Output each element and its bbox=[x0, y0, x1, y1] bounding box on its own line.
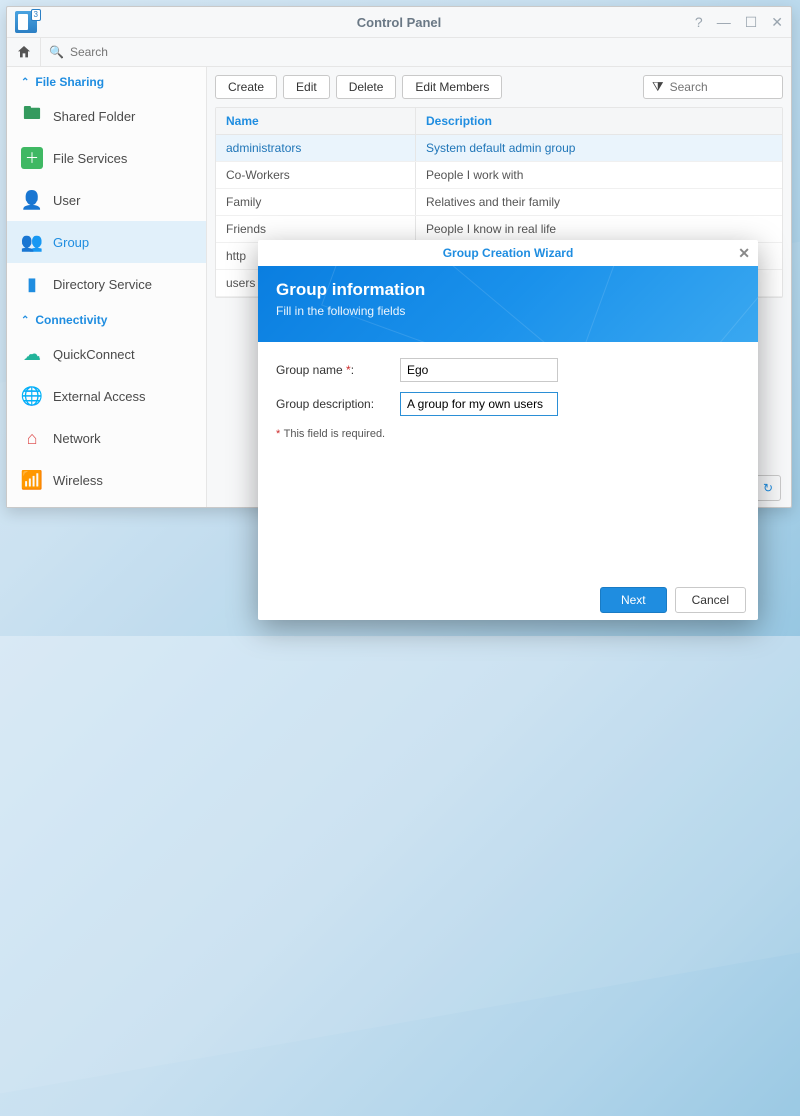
cell-description: People I work with bbox=[416, 162, 782, 188]
dialog-subheading: Fill in the following fields bbox=[276, 304, 740, 318]
search-icon: 🔍 bbox=[49, 45, 64, 59]
table-row[interactable]: FriendsPeople I know in real life bbox=[216, 216, 782, 243]
minimize-icon[interactable]: ― bbox=[717, 14, 731, 31]
cell-description: System default admin group bbox=[416, 135, 782, 161]
table-row[interactable]: administratorsSystem default admin group bbox=[216, 135, 782, 162]
sidebar-item-label: Group bbox=[53, 235, 89, 250]
maximize-icon[interactable]: ☐ bbox=[745, 14, 758, 31]
cancel-button[interactable]: Cancel bbox=[675, 587, 746, 613]
section-connectivity[interactable]: ⌃ Connectivity bbox=[7, 305, 206, 333]
sidebar-item-quickconnect[interactable]: ☁ QuickConnect bbox=[7, 333, 206, 375]
title-bar: 3 Control Panel ? ― ☐ ✕ bbox=[7, 7, 791, 37]
section-label: File Sharing bbox=[35, 75, 104, 89]
sidebar-item-directory-service[interactable]: ▮ Directory Service bbox=[7, 263, 206, 305]
cell-name: administrators bbox=[216, 135, 416, 161]
sidebar-item-label: Directory Service bbox=[53, 277, 152, 292]
filter-icon: ⧩ bbox=[652, 79, 664, 95]
close-icon[interactable]: ✕ bbox=[771, 14, 783, 31]
user-icon: 👤 bbox=[21, 189, 43, 211]
dialog-title: Group Creation Wizard bbox=[443, 246, 574, 260]
chevron-up-icon: ⌃ bbox=[21, 315, 29, 326]
next-button[interactable]: Next bbox=[600, 587, 667, 613]
sidebar-item-label: External Access bbox=[53, 389, 146, 404]
group-description-input[interactable] bbox=[400, 392, 558, 416]
wifi-icon: 📶 bbox=[21, 469, 43, 491]
sidebar-item-label: Shared Folder bbox=[53, 109, 135, 124]
group-name-label: Group name *: bbox=[276, 363, 400, 377]
cloud-icon: ☁ bbox=[21, 343, 43, 365]
sidebar-item-label: User bbox=[53, 193, 80, 208]
sidebar-item-wireless[interactable]: 📶 Wireless bbox=[7, 459, 206, 501]
group-creation-wizard: Group Creation Wizard ✕ Group informatio… bbox=[258, 240, 758, 620]
content-search[interactable]: ⧩ bbox=[643, 75, 783, 99]
dialog-heading: Group information bbox=[276, 280, 740, 300]
required-note: This field is required. bbox=[284, 428, 386, 440]
section-label: Connectivity bbox=[35, 313, 107, 327]
edit-members-button[interactable]: Edit Members bbox=[402, 75, 502, 99]
content-toolbar: Create Edit Delete Edit Members ⧩ bbox=[215, 75, 783, 99]
sidebar-item-shared-folder[interactable]: 🖿 Shared Folder bbox=[7, 95, 206, 137]
chevron-up-icon: ⌃ bbox=[21, 77, 29, 88]
home-icon bbox=[16, 44, 32, 60]
cell-name: Friends bbox=[216, 216, 416, 242]
sidebar-item-group[interactable]: 👥 Group bbox=[7, 221, 206, 263]
sidebar-search[interactable]: 🔍 bbox=[41, 45, 207, 59]
table-row[interactable]: FamilyRelatives and their family bbox=[216, 189, 782, 216]
sidebar-item-external-access[interactable]: 🌐 External Access bbox=[7, 375, 206, 417]
globe-icon: 🌐 bbox=[21, 385, 43, 407]
dialog-body: Group name *: Group description: * This … bbox=[258, 342, 758, 580]
window-title: Control Panel bbox=[357, 15, 442, 30]
dialog-title-bar: Group Creation Wizard ✕ bbox=[258, 240, 758, 266]
sidebar-item-label: Wireless bbox=[53, 473, 103, 488]
cell-name: Family bbox=[216, 189, 416, 215]
cell-name: Co-Workers bbox=[216, 162, 416, 188]
sidebar-item-label: QuickConnect bbox=[53, 347, 135, 362]
refresh-button[interactable]: ↻ bbox=[755, 475, 781, 501]
sidebar-item-label: File Services bbox=[53, 151, 127, 166]
group-description-label: Group description: bbox=[276, 397, 400, 411]
group-icon: 👥 bbox=[21, 231, 43, 253]
sidebar: ⌃ File Sharing 🖿 Shared Folder ＋ File Serv… bbox=[7, 67, 207, 507]
table-row[interactable]: Co-WorkersPeople I work with bbox=[216, 162, 782, 189]
top-toolbar: 🔍 bbox=[7, 37, 791, 67]
app-icon: 3 bbox=[15, 11, 37, 33]
help-icon[interactable]: ? bbox=[695, 14, 703, 31]
sidebar-item-file-services[interactable]: ＋ File Services bbox=[7, 137, 206, 179]
create-button[interactable]: Create bbox=[215, 75, 277, 99]
plus-icon: ＋ bbox=[21, 147, 43, 169]
sidebar-item-network[interactable]: ⌂ Network bbox=[7, 417, 206, 459]
group-name-input[interactable] bbox=[400, 358, 558, 382]
sidebar-item-label: Network bbox=[53, 431, 101, 446]
column-name[interactable]: Name bbox=[216, 108, 416, 134]
edit-button[interactable]: Edit bbox=[283, 75, 330, 99]
folder-icon: 🖿 bbox=[21, 105, 43, 127]
book-icon: ▮ bbox=[21, 273, 43, 295]
sidebar-search-input[interactable] bbox=[70, 45, 180, 59]
dialog-close-icon[interactable]: ✕ bbox=[738, 245, 750, 262]
content-search-input[interactable] bbox=[670, 80, 774, 94]
delete-button[interactable]: Delete bbox=[336, 75, 397, 99]
dialog-banner: Group information Fill in the following … bbox=[258, 266, 758, 342]
sidebar-item-user[interactable]: 👤 User bbox=[7, 179, 206, 221]
network-icon: ⌂ bbox=[21, 427, 43, 449]
cell-description: Relatives and their family bbox=[416, 189, 782, 215]
home-button[interactable] bbox=[7, 38, 41, 66]
section-file-sharing[interactable]: ⌃ File Sharing bbox=[7, 67, 206, 95]
cell-description: People I know in real life bbox=[416, 216, 782, 242]
dialog-footer: Next Cancel bbox=[258, 580, 758, 620]
column-description[interactable]: Description bbox=[416, 108, 782, 134]
